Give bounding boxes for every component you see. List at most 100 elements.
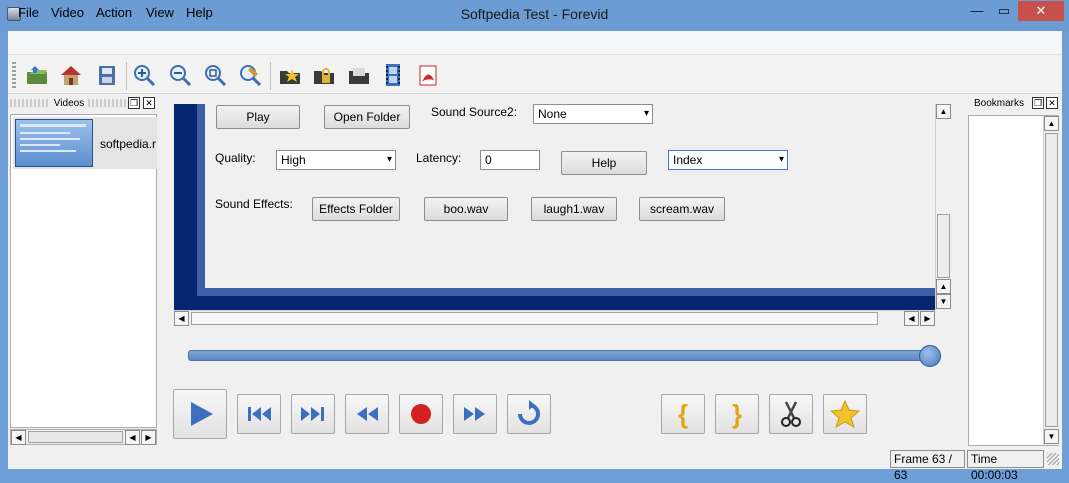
close-button[interactable]: ✕ (1018, 1, 1064, 21)
play-icon (191, 402, 213, 426)
favorites-folder-button[interactable] (277, 62, 303, 88)
scroll-up-arrow[interactable]: ▲ (1044, 116, 1059, 131)
videos-list[interactable]: softpedia.r (10, 114, 157, 428)
add-bookmark-button[interactable] (823, 394, 867, 434)
minimize-button[interactable]: — (965, 1, 989, 21)
scroll-thumb[interactable] (28, 431, 123, 443)
zoom-custom-button[interactable] (237, 62, 263, 88)
effect-laugh1-button[interactable]: laugh1.wav (531, 197, 617, 221)
maximize-button[interactable]: ▭ (992, 1, 1016, 21)
seek-slider-handle[interactable] (919, 345, 941, 367)
mark-in-icon: { (677, 398, 689, 429)
scroll-up-arrow[interactable]: ▲ (936, 104, 951, 119)
record-button[interactable] (399, 394, 443, 434)
film-icon (386, 64, 400, 86)
quality-select[interactable]: High ▾ (276, 150, 396, 170)
skip-end-icon (301, 407, 324, 421)
skip-start-button[interactable] (237, 394, 281, 434)
scroll-down-arrow[interactable]: ▼ (936, 294, 951, 309)
repeat-button[interactable] (507, 394, 551, 434)
bookmarks-vscrollbar[interactable]: ▲ ▼ (1043, 116, 1059, 445)
zoom-fit-icon (205, 65, 227, 86)
folder-button[interactable] (346, 62, 372, 88)
chevron-down-icon: ▾ (386, 154, 392, 165)
scroll-left-arrow[interactable]: ◀ (904, 311, 919, 326)
play-button[interactable] (173, 389, 227, 439)
videos-dock-title: Videos (53, 98, 85, 109)
home-icon (61, 66, 81, 85)
scroll-right-arrow[interactable]: ▶ (141, 430, 156, 445)
resize-grip[interactable] (1047, 453, 1059, 465)
open-folder-button[interactable] (24, 62, 50, 88)
zoom-fit-button[interactable] (202, 62, 228, 88)
dock-grip[interactable] (88, 99, 126, 107)
fast-forward-button[interactable] (453, 394, 497, 434)
star-folder-icon (280, 69, 300, 84)
quality-value: High (281, 153, 306, 167)
save-icon (99, 66, 115, 85)
open-folder-icon (27, 66, 47, 84)
sound-effects-label: Sound Effects: (215, 197, 293, 211)
scroll-thumb[interactable] (1045, 133, 1058, 427)
scroll-left-arrow[interactable]: ◀ (174, 311, 189, 326)
rewind-button[interactable] (345, 394, 389, 434)
bookmarks-dock-title: Bookmarks (973, 98, 1024, 109)
close-dock-icon[interactable]: ✕ (1046, 97, 1058, 109)
open-folder-button[interactable]: Open Folder (324, 105, 410, 129)
scroll-down-arrow[interactable]: ▼ (1044, 429, 1059, 444)
videos-hscrollbar[interactable]: ◀ ◀ ▶ (10, 429, 157, 445)
sound-source-select[interactable]: None ▾ (533, 104, 653, 124)
cut-button[interactable] (769, 394, 813, 434)
float-dock-icon[interactable]: ❐ (128, 97, 140, 109)
toolbar-separator (126, 62, 127, 90)
play-button[interactable]: Play (216, 105, 300, 129)
locked-folder-button[interactable] (311, 62, 337, 88)
zoom-in-button[interactable] (131, 62, 157, 88)
dock-grip[interactable] (10, 99, 50, 107)
effect-boo-button[interactable]: boo.wav (424, 197, 508, 221)
folder-icon (349, 68, 369, 84)
menu-action[interactable]: Action (96, 5, 132, 20)
index-select[interactable]: Index ▾ (668, 150, 788, 170)
latency-input[interactable]: 0 (480, 150, 540, 170)
scroll-thumb[interactable] (937, 214, 950, 278)
menu-file[interactable]: File (18, 5, 39, 20)
film-button[interactable] (380, 62, 406, 88)
pdf-button[interactable] (415, 62, 441, 88)
frame-counter: Frame 63 / 63 (890, 450, 965, 482)
menu-video[interactable]: Video (51, 5, 84, 20)
menu-view[interactable]: View (146, 5, 174, 20)
effects-folder-button[interactable]: Effects Folder (312, 197, 400, 221)
help-button[interactable]: Help (561, 151, 647, 175)
home-button[interactable] (58, 62, 84, 88)
list-item[interactable]: softpedia.r (13, 117, 157, 169)
mark-out-button[interactable]: } (715, 394, 759, 434)
seek-slider-track[interactable] (188, 350, 928, 361)
scroll-left-arrow[interactable]: ◀ (11, 430, 26, 445)
video-thumbnail (15, 119, 93, 167)
chevron-down-icon: ▾ (643, 108, 649, 119)
mark-in-button[interactable]: { (661, 394, 705, 434)
zoom-out-button[interactable] (167, 62, 193, 88)
scroll-thumb[interactable] (191, 312, 878, 325)
preview-vscrollbar[interactable]: ▲ ▲ ▼ (935, 104, 951, 310)
scroll-left-arrow[interactable]: ◀ (125, 430, 140, 445)
quality-label: Quality: (215, 151, 256, 165)
scroll-right-arrow[interactable]: ▶ (920, 311, 935, 326)
bookmarks-list[interactable]: ▲ ▼ (968, 115, 1059, 446)
zoom-in-icon (134, 65, 156, 86)
preview-hscrollbar[interactable]: ◀ ◀ ▶ (174, 310, 935, 326)
menu-help[interactable]: Help (186, 5, 213, 20)
skip-end-button[interactable] (291, 394, 335, 434)
scroll-up-arrow[interactable]: ▲ (936, 279, 951, 294)
zoom-custom-icon (240, 65, 262, 86)
float-dock-icon[interactable]: ❐ (1032, 97, 1044, 109)
time-counter: Time 00:00:03 (967, 450, 1044, 482)
close-dock-icon[interactable]: ✕ (143, 97, 155, 109)
video-name: softpedia.r (100, 137, 157, 151)
lock-folder-icon (314, 68, 334, 84)
chevron-down-icon: ▾ (778, 154, 784, 165)
save-button[interactable] (94, 62, 120, 88)
effect-scream-button[interactable]: scream.wav (639, 197, 725, 221)
toolbar-grip[interactable] (12, 62, 16, 90)
